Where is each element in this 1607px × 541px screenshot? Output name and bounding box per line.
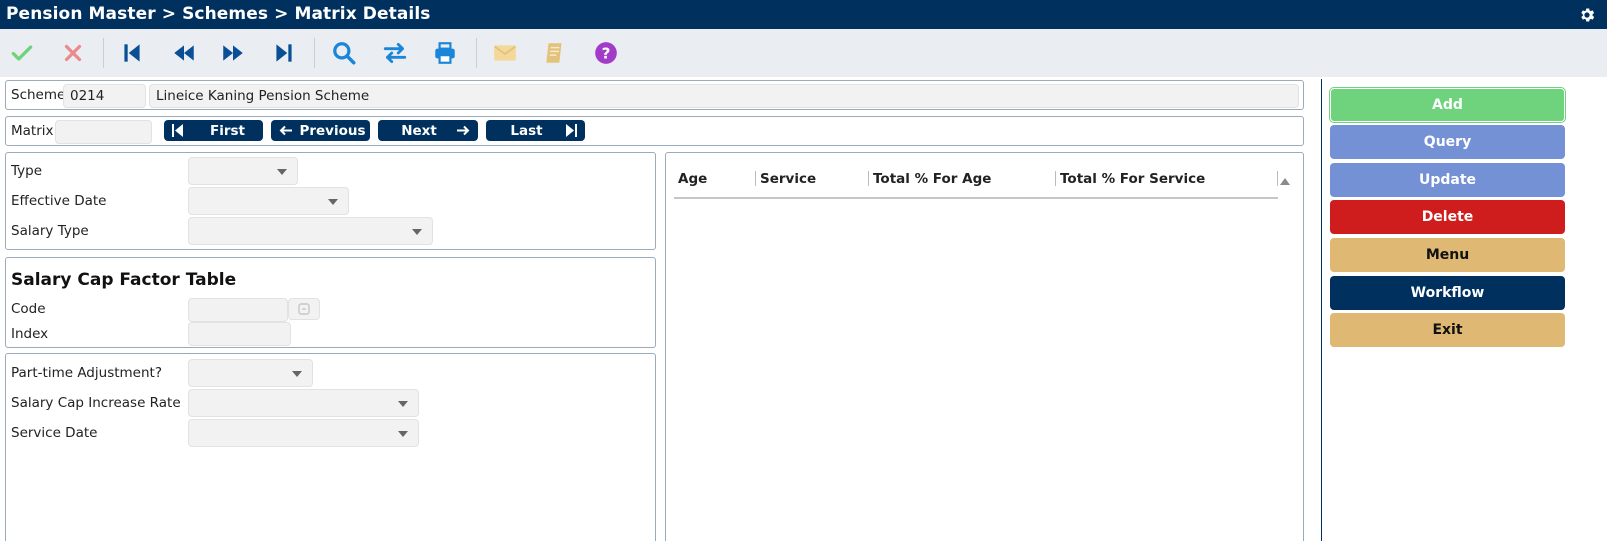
scheme-code-field[interactable]: 0214	[63, 84, 146, 108]
chevron-down-icon	[328, 199, 338, 205]
salary-type-label: Salary Type	[11, 223, 89, 239]
first-record-icon[interactable]	[116, 37, 148, 69]
next-button[interactable]: Next	[378, 120, 478, 141]
part-time-label: Part-time Adjustment?	[11, 365, 162, 381]
column-header-total-age[interactable]: Total % For Age	[873, 171, 991, 187]
exit-button[interactable]: Exit	[1330, 313, 1565, 347]
index-label: Index	[11, 326, 49, 342]
lookup-icon	[298, 303, 310, 315]
chevron-down-icon	[398, 431, 408, 437]
add-button[interactable]: Add	[1330, 88, 1565, 122]
delete-button[interactable]: Delete	[1330, 200, 1565, 234]
adjustments-panel: Part-time Adjustment? Salary Cap Increas…	[5, 353, 656, 541]
effective-date-select[interactable]	[188, 187, 349, 215]
previous-record-icon[interactable]	[168, 37, 200, 69]
toolbar-divider	[314, 38, 315, 68]
scroll-up-icon[interactable]	[1280, 178, 1290, 185]
chevron-down-icon	[398, 401, 408, 407]
column-header-total-service[interactable]: Total % For Service	[1060, 171, 1205, 187]
gear-icon[interactable]	[1578, 6, 1596, 24]
last-label: Last	[510, 122, 543, 139]
column-header-age[interactable]: Age	[678, 171, 707, 187]
first-button[interactable]: First	[164, 120, 263, 141]
previous-button[interactable]: Previous	[271, 120, 370, 141]
column-divider	[1277, 171, 1278, 186]
grid-header-underline	[674, 197, 1278, 199]
lookup-button[interactable]	[288, 298, 320, 320]
swap-icon[interactable]	[379, 37, 411, 69]
salary-cap-title: Salary Cap Factor Table	[11, 270, 237, 290]
last-icon	[566, 124, 577, 137]
next-label: Next	[401, 122, 437, 139]
notes-icon[interactable]	[539, 37, 571, 69]
chevron-down-icon	[412, 229, 422, 235]
column-divider	[1055, 171, 1056, 186]
sidebar-divider	[1321, 79, 1322, 541]
check-icon[interactable]	[6, 37, 38, 69]
title-bar: Pension Master > Schemes > Matrix Detail…	[0, 0, 1607, 29]
last-record-icon[interactable]	[268, 37, 300, 69]
service-date-select[interactable]	[188, 419, 419, 447]
help-icon[interactable]: ?	[590, 37, 622, 69]
toolbar-divider	[103, 38, 104, 68]
scheme-name-field[interactable]: Lineice Kaning Pension Scheme	[149, 84, 1299, 108]
column-divider	[755, 171, 756, 186]
chevron-down-icon	[292, 371, 302, 377]
breadcrumb: Pension Master > Schemes > Matrix Detail…	[6, 4, 431, 24]
arrow-right-icon	[457, 125, 470, 136]
print-icon[interactable]	[429, 37, 461, 69]
mail-icon[interactable]	[489, 37, 521, 69]
service-date-label: Service Date	[11, 425, 98, 441]
menu-button[interactable]: Menu	[1330, 238, 1565, 272]
last-button[interactable]: Last	[486, 120, 585, 141]
next-record-icon[interactable]	[217, 37, 249, 69]
effective-date-label: Effective Date	[11, 193, 107, 209]
matrix-grid-panel	[665, 152, 1304, 541]
svg-text:?: ?	[602, 44, 611, 62]
workflow-button[interactable]: Workflow	[1330, 276, 1565, 310]
toolbar-divider	[476, 38, 477, 68]
code-label: Code	[11, 301, 46, 317]
chevron-down-icon	[277, 169, 287, 175]
cancel-icon[interactable]	[57, 37, 89, 69]
scheme-panel: Scheme 0214 Lineice Kaning Pension Schem…	[5, 80, 1304, 110]
column-divider	[868, 171, 869, 186]
type-label: Type	[11, 163, 43, 179]
part-time-select[interactable]	[188, 359, 313, 387]
scheme-label: Scheme	[11, 87, 66, 103]
column-header-service[interactable]: Service	[760, 171, 816, 187]
search-icon[interactable]	[328, 37, 360, 69]
query-button[interactable]: Query	[1330, 125, 1565, 159]
index-field[interactable]	[188, 322, 291, 346]
type-select[interactable]	[188, 157, 298, 185]
update-button[interactable]: Update	[1330, 163, 1565, 197]
increase-rate-label: Salary Cap Increase Rate	[11, 395, 181, 411]
first-icon	[172, 124, 183, 137]
arrow-left-icon	[279, 125, 292, 136]
matrix-label: Matrix	[11, 123, 54, 139]
toolbar: ?	[0, 29, 1607, 77]
matrix-field[interactable]	[55, 120, 152, 144]
previous-label: Previous	[299, 122, 366, 139]
salary-type-select[interactable]	[188, 217, 433, 245]
increase-rate-select[interactable]	[188, 389, 419, 417]
details-panel: Type Effective Date Salary Type	[5, 152, 656, 250]
first-label: First	[210, 122, 245, 139]
code-field[interactable]	[188, 298, 288, 322]
